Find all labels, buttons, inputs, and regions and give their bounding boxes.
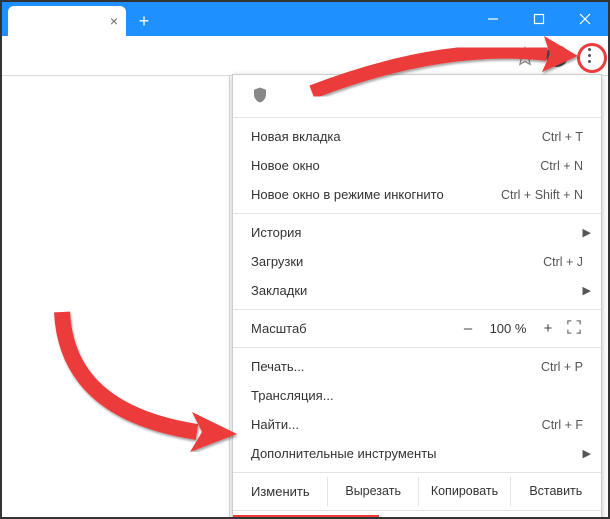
menu-label: Новое окно — [251, 158, 540, 173]
star-icon[interactable] — [514, 45, 536, 67]
menu-downloads[interactable]: Загрузки Ctrl + J — [233, 247, 601, 276]
menu-print[interactable]: Печать... Ctrl + P — [233, 352, 601, 381]
fullscreen-icon[interactable] — [561, 320, 587, 337]
menu-shortcut: Ctrl + F — [542, 418, 583, 432]
menu-find[interactable]: Найти... Ctrl + F — [233, 410, 601, 439]
menu-new-window[interactable]: Новое окно Ctrl + N — [233, 151, 601, 180]
menu-label: Закладки — [251, 283, 583, 298]
maximize-button[interactable] — [516, 2, 562, 36]
menu-label: История — [251, 225, 583, 240]
menu-more-tools[interactable]: Дополнительные инструменты ▶ — [233, 439, 601, 468]
side-panel — [2, 76, 230, 517]
menu-label: Трансляция... — [251, 388, 583, 403]
menu-label: Печать... — [251, 359, 541, 374]
menu-label: Загрузки — [251, 254, 543, 269]
menu-history[interactable]: История ▶ — [233, 218, 601, 247]
menu-cast[interactable]: Трансляция... — [233, 381, 601, 410]
edit-copy-button[interactable]: Копировать — [418, 477, 509, 506]
zoom-out-button[interactable]: – — [455, 320, 481, 337]
menu-label: Новое окно в режиме инкогнито — [251, 187, 501, 202]
menu-incognito[interactable]: Новое окно в режиме инкогнито Ctrl + Shi… — [233, 180, 601, 209]
menu-settings[interactable]: Настройки — [233, 515, 601, 519]
menu-button[interactable] — [578, 45, 600, 67]
menu-label: Дополнительные инструменты — [251, 446, 583, 461]
toolbar — [2, 36, 608, 76]
menu-shortcut: Ctrl + N — [540, 159, 583, 173]
zoom-in-button[interactable]: + — [535, 320, 561, 337]
menu-label: Найти... — [251, 417, 542, 432]
menu-label: Изменить — [233, 477, 327, 506]
chevron-right-icon: ▶ — [583, 447, 591, 460]
menu-edit-row: Изменить Вырезать Копировать Вставить — [233, 477, 601, 506]
menu-shortcut: Ctrl + Shift + N — [501, 188, 583, 202]
main-menu: Новая вкладка Ctrl + T Новое окно Ctrl +… — [232, 74, 602, 519]
menu-label: Масштаб — [247, 321, 455, 336]
chevron-right-icon: ▶ — [583, 284, 591, 297]
browser-tab[interactable]: × — [8, 6, 126, 36]
menu-new-tab[interactable]: Новая вкладка Ctrl + T — [233, 122, 601, 151]
shield-icon — [233, 79, 601, 113]
edit-cut-button[interactable]: Вырезать — [327, 477, 418, 506]
close-window-button[interactable] — [562, 2, 608, 36]
menu-shortcut: Ctrl + J — [543, 255, 583, 269]
menu-label: Новая вкладка — [251, 129, 542, 144]
profile-avatar-icon[interactable] — [546, 45, 568, 67]
minimize-button[interactable] — [470, 2, 516, 36]
menu-zoom: Масштаб – 100 % + — [233, 314, 601, 343]
edit-paste-button[interactable]: Вставить — [510, 477, 601, 506]
menu-shortcut: Ctrl + P — [541, 360, 583, 374]
close-tab-icon[interactable]: × — [110, 14, 118, 28]
menu-bookmarks[interactable]: Закладки ▶ — [233, 276, 601, 305]
chevron-right-icon: ▶ — [583, 226, 591, 239]
title-bar: × + — [2, 2, 608, 36]
zoom-value: 100 % — [481, 321, 535, 336]
menu-shortcut: Ctrl + T — [542, 130, 583, 144]
new-tab-button[interactable]: + — [132, 9, 156, 33]
